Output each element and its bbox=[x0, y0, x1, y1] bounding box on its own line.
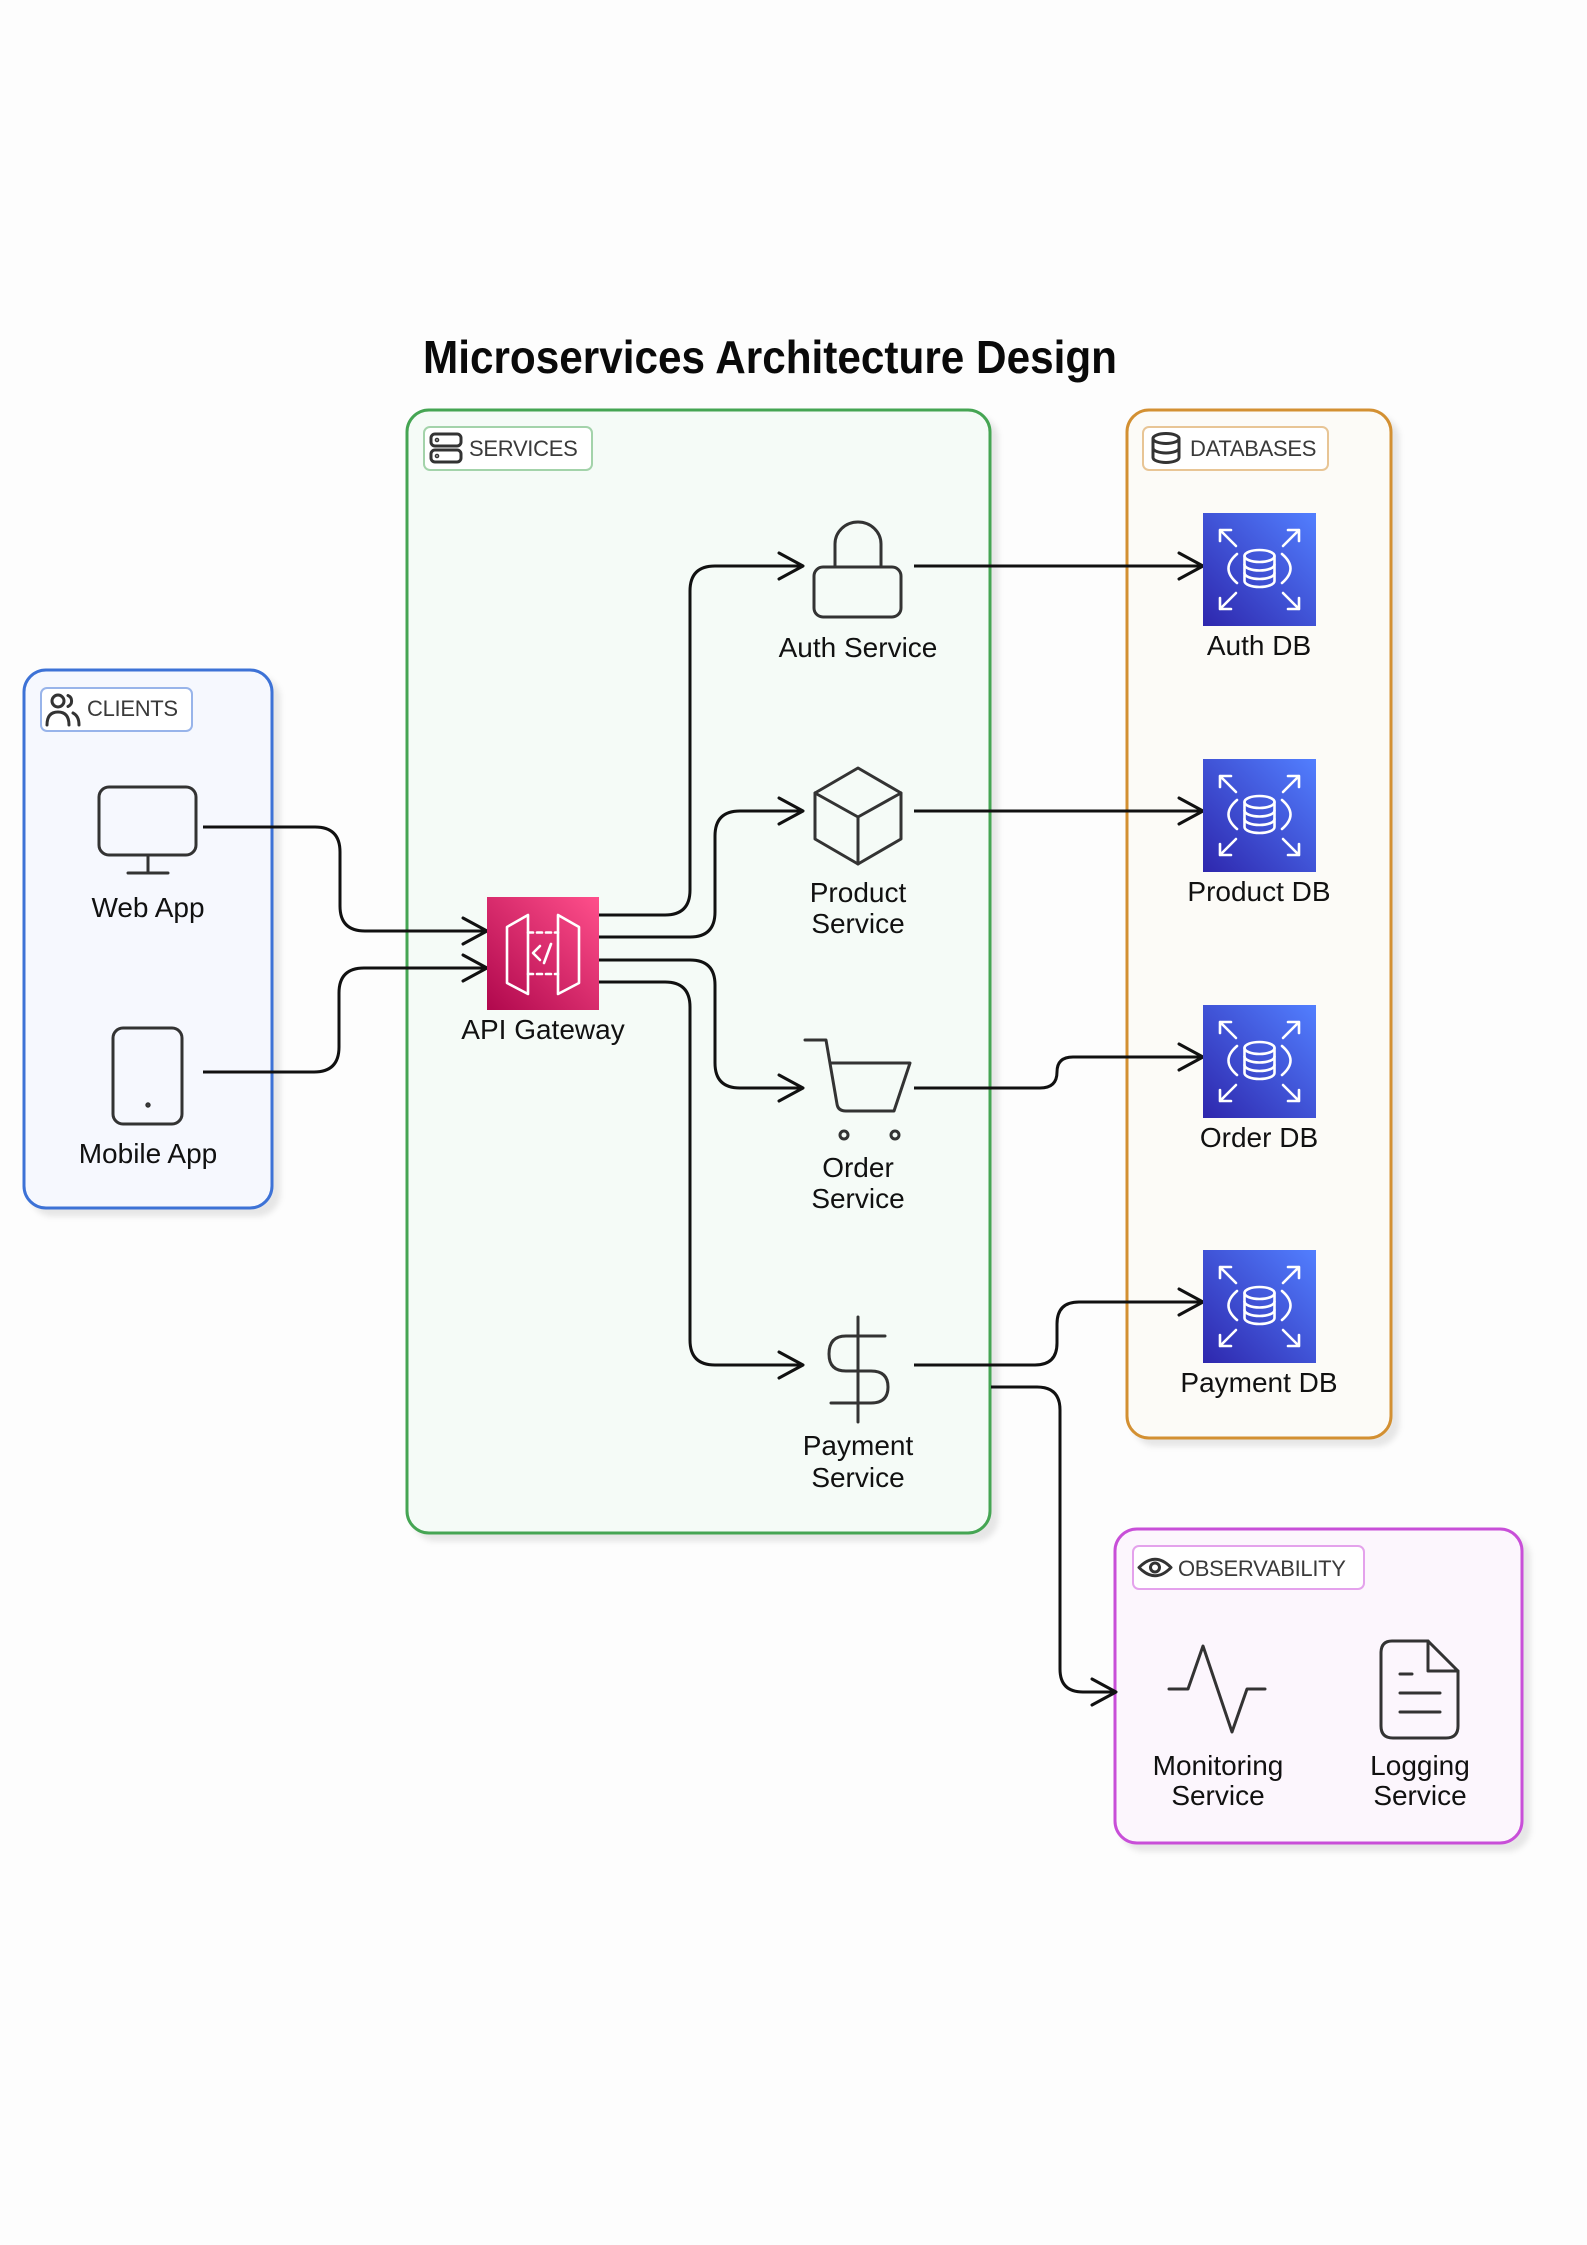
clients-container bbox=[22, 668, 274, 1210]
databases-label: DATABASES bbox=[1142, 426, 1329, 471]
architecture-diagram: Microservices Architecture Design CLIENT… bbox=[22, 331, 1524, 1845]
node-label: Monitoring bbox=[1153, 1750, 1284, 1781]
node-product-db: Product DB bbox=[1187, 759, 1331, 907]
clients-group bbox=[22, 668, 274, 1210]
node-auth-db: Auth DB bbox=[1203, 513, 1316, 661]
observability-label: OBSERVABILITY bbox=[1132, 1545, 1365, 1590]
node-label: Service bbox=[811, 908, 904, 939]
services-label-text: SERVICES bbox=[469, 436, 577, 461]
node-label: Service bbox=[811, 1462, 904, 1493]
node-label: Logging bbox=[1370, 1750, 1470, 1781]
node-label: Product bbox=[810, 877, 907, 908]
rds-database-icon bbox=[1203, 759, 1316, 872]
rds-database-icon bbox=[1203, 513, 1316, 626]
node-order-db: Order DB bbox=[1200, 1005, 1318, 1153]
node-label: Product DB bbox=[1187, 876, 1330, 907]
clients-label-text: CLIENTS bbox=[87, 696, 178, 721]
api-gateway-icon bbox=[487, 897, 599, 1010]
node-label: Order bbox=[822, 1152, 894, 1183]
node-label: Payment DB bbox=[1180, 1367, 1337, 1398]
observability-label-text: OBSERVABILITY bbox=[1178, 1556, 1346, 1581]
databases-label-text: DATABASES bbox=[1190, 436, 1316, 461]
node-label: Mobile App bbox=[79, 1138, 218, 1169]
edge-payment-service-to-observability bbox=[991, 1385, 1118, 1707]
services-label: SERVICES bbox=[423, 426, 593, 471]
node-label: Order DB bbox=[1200, 1122, 1318, 1153]
node-label: Web App bbox=[91, 892, 204, 923]
node-label: Auth Service bbox=[779, 632, 938, 663]
diagram-title: Microservices Architecture Design bbox=[423, 331, 1117, 383]
node-label: Auth DB bbox=[1207, 630, 1311, 661]
node-label: Service bbox=[1373, 1780, 1466, 1811]
node-label: Service bbox=[811, 1183, 904, 1214]
rds-database-icon bbox=[1203, 1005, 1316, 1118]
node-label: Payment bbox=[803, 1430, 914, 1461]
node-label: API Gateway bbox=[461, 1014, 624, 1045]
clients-label: CLIENTS bbox=[40, 687, 193, 732]
node-payment-db: Payment DB bbox=[1180, 1250, 1338, 1398]
node-label: Service bbox=[1171, 1780, 1264, 1811]
rds-database-icon bbox=[1203, 1250, 1316, 1363]
